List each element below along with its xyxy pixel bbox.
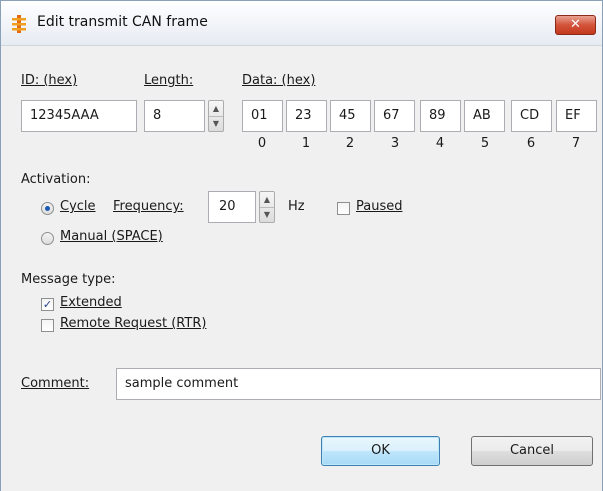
byte-index-0: 0: [257, 136, 267, 151]
manual-label[interactable]: Manual (SPACE): [60, 229, 163, 244]
id-label: ID: (hex): [21, 73, 78, 88]
data-label: Data: (hex): [242, 73, 316, 88]
data-byte-2[interactable]: 45: [330, 100, 371, 132]
data-byte-4[interactable]: 89: [420, 100, 461, 132]
spin-up-icon[interactable]: ▲: [209, 101, 223, 117]
byte-index-5: 5: [480, 136, 490, 151]
cycle-radio[interactable]: [41, 202, 54, 215]
rtr-checkbox[interactable]: [41, 319, 54, 332]
length-stepper[interactable]: ▲ ▼: [208, 100, 224, 132]
dialog-content: ID: (hex) Length: Data: (hex) 12345AAA 8…: [1, 46, 602, 491]
frequency-label: Frequency:: [113, 199, 184, 214]
check-icon: ✓: [42, 298, 53, 311]
message-type-heading: Message type:: [21, 272, 116, 287]
comment-label: Comment:: [21, 376, 90, 391]
spin-down-icon[interactable]: ▼: [260, 207, 274, 222]
paused-label[interactable]: Paused: [356, 199, 402, 214]
length-input[interactable]: 8: [144, 100, 205, 132]
length-label: Length:: [144, 73, 194, 88]
hz-label: Hz: [288, 199, 305, 214]
paused-checkbox[interactable]: [337, 202, 350, 215]
ok-button[interactable]: OK: [321, 436, 440, 466]
spin-down-icon[interactable]: ▼: [209, 116, 223, 131]
frequency-input[interactable]: 20: [208, 191, 256, 223]
byte-index-7: 7: [571, 136, 581, 151]
comment-input[interactable]: sample comment: [116, 368, 601, 400]
byte-index-6: 6: [526, 136, 536, 151]
can-frame-icon: [12, 15, 26, 33]
title-bar: Edit transmit CAN frame ✕: [1, 1, 602, 46]
frequency-stepper[interactable]: ▲ ▼: [259, 191, 275, 223]
extended-checkbox[interactable]: ✓: [41, 298, 54, 311]
data-byte-1[interactable]: 23: [286, 100, 327, 132]
close-icon: ✕: [570, 17, 581, 32]
data-byte-3[interactable]: 67: [374, 100, 415, 132]
rtr-label[interactable]: Remote Request (RTR): [60, 316, 206, 331]
data-byte-5[interactable]: AB: [464, 100, 505, 132]
dialog-window: Edit transmit CAN frame ✕ ID: (hex) Leng…: [0, 0, 603, 491]
spin-up-icon[interactable]: ▲: [260, 192, 274, 208]
data-byte-6[interactable]: CD: [511, 100, 552, 132]
byte-index-4: 4: [435, 136, 445, 151]
byte-index-3: 3: [390, 136, 400, 151]
cancel-button[interactable]: Cancel: [471, 436, 593, 466]
data-byte-7[interactable]: EF: [556, 100, 597, 132]
id-input[interactable]: 12345AAA: [21, 100, 137, 132]
manual-radio[interactable]: [41, 232, 54, 245]
byte-index-2: 2: [345, 136, 355, 151]
cycle-label[interactable]: Cycle: [60, 199, 96, 214]
window-title: Edit transmit CAN frame: [37, 14, 208, 30]
close-button[interactable]: ✕: [555, 15, 596, 35]
data-byte-0[interactable]: 01: [242, 100, 283, 132]
byte-index-1: 1: [301, 136, 311, 151]
activation-heading: Activation:: [21, 172, 91, 187]
extended-label[interactable]: Extended: [60, 295, 122, 310]
